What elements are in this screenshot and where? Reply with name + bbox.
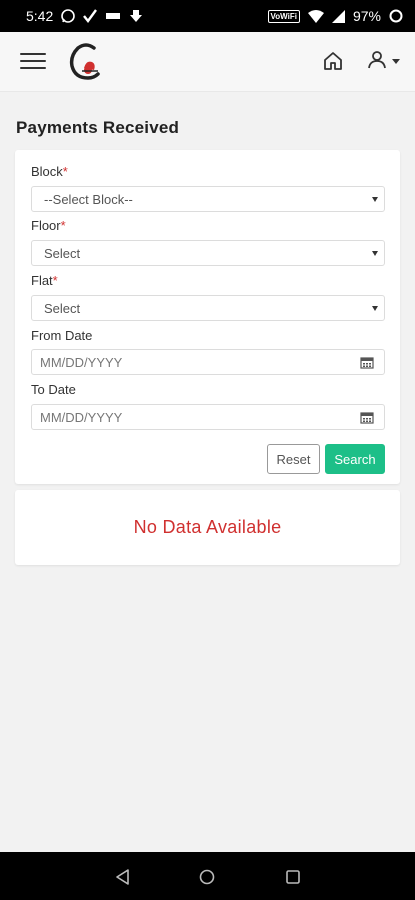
- signal-icon: [331, 9, 345, 23]
- from-date-input[interactable]: MM/DD/YYYY: [31, 349, 385, 375]
- back-icon[interactable]: [114, 868, 132, 886]
- block-label: Block*: [31, 164, 68, 179]
- no-data-message: No Data Available: [133, 517, 282, 537]
- recents-icon[interactable]: [284, 868, 302, 886]
- flat-select-value: Select: [44, 300, 81, 316]
- user-menu-button[interactable]: [366, 48, 408, 74]
- block-select-value: --Select Block--: [44, 191, 133, 207]
- status-bar: 5:42 VoWiFi 97%: [0, 0, 415, 32]
- whatsapp-icon: [61, 9, 76, 23]
- results-panel: No Data Available: [15, 490, 400, 565]
- wifi-icon: [307, 9, 324, 23]
- floor-select-value: Select: [44, 245, 81, 261]
- dropdown-arrow-icon: [372, 251, 378, 256]
- from-date-label: From Date: [31, 328, 93, 343]
- calendar-icon[interactable]: [360, 356, 374, 369]
- user-icon: [366, 48, 388, 75]
- flat-select[interactable]: Select: [31, 295, 385, 321]
- search-button[interactable]: Search: [325, 444, 385, 474]
- battery-percent: 97%: [352, 8, 381, 24]
- block-select[interactable]: --Select Block--: [31, 186, 385, 212]
- calendar-icon[interactable]: [360, 411, 374, 424]
- to-date-input[interactable]: MM/DD/YYYY: [31, 404, 385, 430]
- from-date-placeholder: MM/DD/YYYY: [40, 354, 123, 370]
- floor-select[interactable]: Select: [31, 240, 385, 266]
- vowifi-badge: VoWiFi: [267, 9, 300, 23]
- dropdown-arrow-icon: [372, 197, 378, 202]
- filter-card: Block* --Select Block-- Floor* Select Fl…: [15, 150, 400, 484]
- app-bar: [0, 32, 415, 92]
- chevron-down-icon: [392, 58, 400, 64]
- system-nav-bar: [0, 852, 415, 900]
- status-time: 5:42: [26, 8, 54, 24]
- floor-label: Floor*: [31, 218, 66, 233]
- home-nav-icon[interactable]: [198, 868, 216, 886]
- download-icon: [129, 9, 143, 23]
- to-date-placeholder: MM/DD/YYYY: [40, 409, 123, 425]
- battery-icon: [389, 9, 403, 23]
- page-title: Payments Received: [16, 118, 180, 137]
- to-date-label: To Date: [31, 382, 76, 397]
- hamburger-icon[interactable]: [20, 53, 46, 71]
- app-logo[interactable]: [66, 40, 106, 84]
- flat-label: Flat*: [31, 273, 58, 288]
- dropdown-arrow-icon: [372, 306, 378, 311]
- home-icon[interactable]: [320, 48, 346, 74]
- reset-button[interactable]: Reset: [267, 444, 320, 474]
- notification-icon: [105, 10, 121, 22]
- check-icon: [83, 9, 98, 23]
